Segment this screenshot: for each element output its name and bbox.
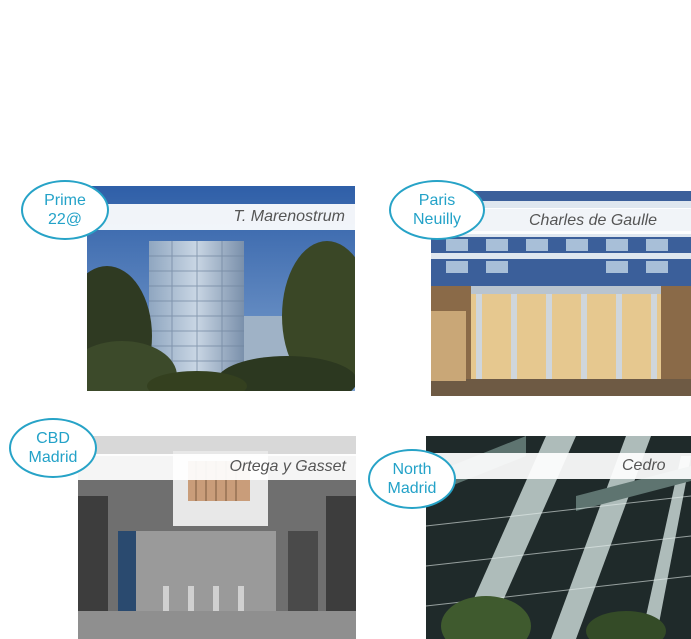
district-bubble-cbd-madrid: CBD Madrid <box>9 418 97 478</box>
property-card-marenostrum: T. Marenostrum <box>87 186 355 391</box>
district-label-line1: Prime <box>44 192 86 209</box>
district-label-line2: 22@ <box>47 211 83 228</box>
district-label-line2: Neuilly <box>412 211 461 228</box>
district-label-line1: CBD <box>36 430 70 447</box>
building-name: Cedro <box>622 457 666 474</box>
district-label-line1: North <box>392 461 432 478</box>
district-label-line1: Paris <box>418 192 456 209</box>
building-caption: Cedro <box>426 453 691 479</box>
district-bubble-paris-neuilly: Paris Neuilly <box>389 180 485 240</box>
building-caption: T. Marenostrum <box>87 204 355 230</box>
building-caption: Ortega y Gasset <box>78 454 356 480</box>
district-bubble-prime-22: Prime 22@ <box>21 180 109 240</box>
district-bubble-north-madrid: North Madrid <box>368 449 456 509</box>
property-card-cedro: Cedro <box>426 436 691 639</box>
building-name: Charles de Gaulle <box>529 212 658 229</box>
district-label-line2: Madrid <box>387 480 437 497</box>
district-label-line2: Madrid <box>28 449 78 466</box>
property-card-ortega-y-gasset: Ortega y Gasset <box>78 436 356 639</box>
building-name: Ortega y Gasset <box>229 458 347 475</box>
building-name: T. Marenostrum <box>233 208 345 225</box>
